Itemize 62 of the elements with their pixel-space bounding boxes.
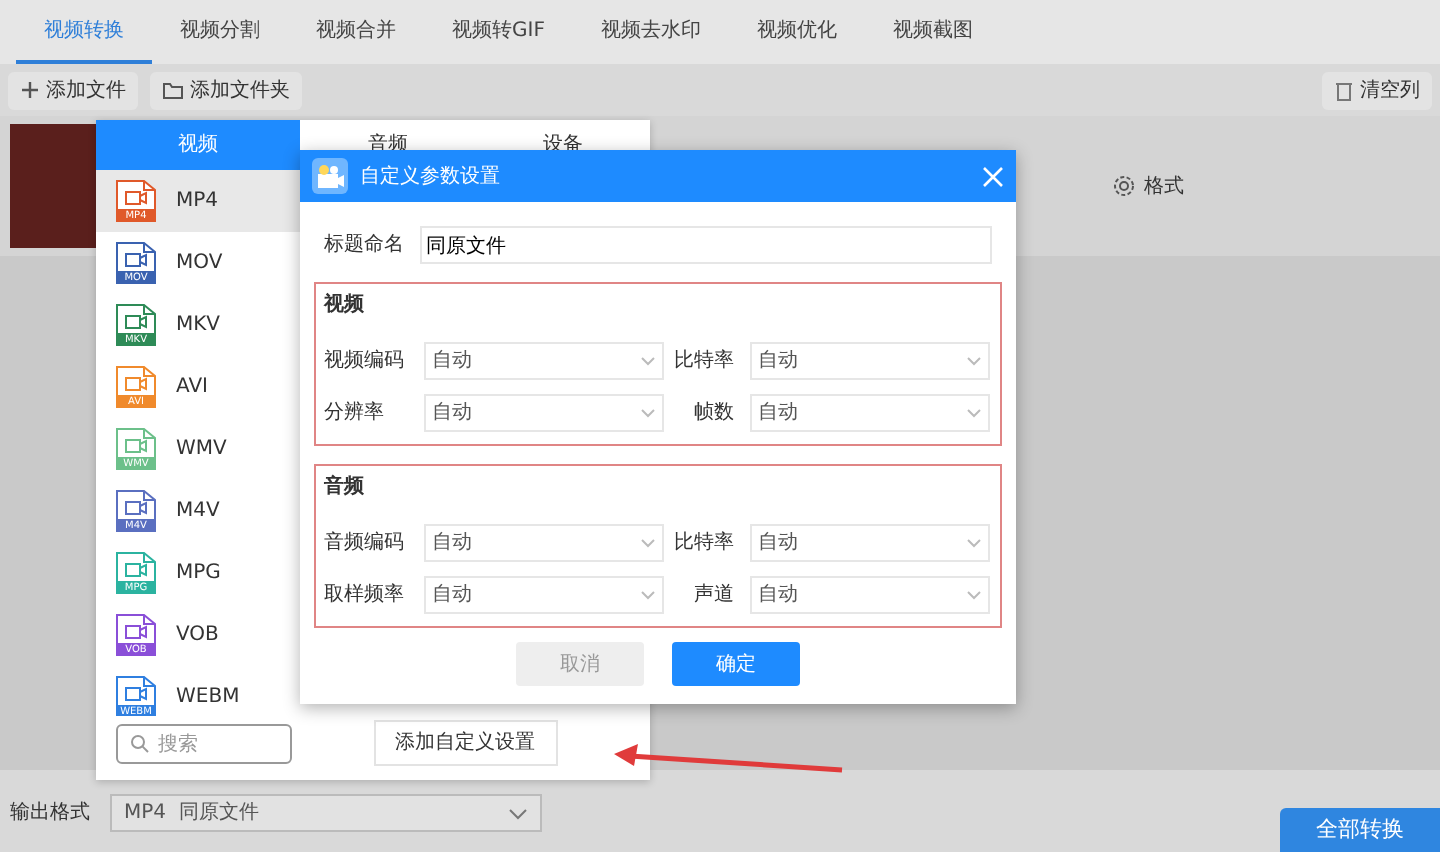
field-label: 音频编码 [324,529,406,558]
field-label: 分辨率 [324,399,386,428]
format-label: MPG [176,560,221,588]
format-label: AVI [176,374,208,402]
caret-icon [640,408,656,418]
dropdown[interactable]: 自动 [750,524,990,562]
dropdown[interactable]: 自动 [424,524,664,562]
format-label: VOB [176,622,219,650]
dialog-title: 自定义参数设置 [360,163,500,191]
caret-icon [640,590,656,600]
format-label: M4V [176,498,220,526]
format-label: WMV [176,436,227,464]
dropdown[interactable]: 自动 [750,394,990,432]
dropdown[interactable]: 自动 [750,576,990,614]
tab[interactable]: 视频截图 [864,0,1001,64]
field-label: 比特率 [672,347,736,376]
settings-icon [1112,174,1136,198]
caret-icon [966,538,982,548]
caret-icon [966,356,982,366]
tab[interactable]: 视频转GIF [424,0,573,64]
close-icon [982,165,1004,187]
caret-icon [966,408,982,418]
trash-icon [1334,79,1354,101]
field-label: 取样频率 [324,581,406,610]
format-button[interactable]: 格式 [1112,171,1184,201]
format-label: MKV [176,312,221,340]
convert-all-button[interactable]: 全部转换 [1280,808,1440,852]
output-format-select[interactable]: MP4 同原文件 [110,794,542,832]
camera-icon [312,158,348,194]
field-label: 帧数 [692,399,736,428]
format-label: MOV [176,250,223,278]
tab[interactable]: 视频去水印 [572,0,729,64]
clear-list-button[interactable]: 清空列 [1322,71,1432,109]
add-folder-button[interactable]: 添加文件夹 [150,71,302,109]
tab[interactable]: 视频合并 [288,0,424,64]
tab[interactable]: 视频分割 [152,0,288,64]
caret-icon [966,590,982,600]
format-label: MP4 [176,188,219,216]
folder-icon [162,80,184,100]
format-label: WEBM [176,684,240,712]
field-label: 标题命名 [324,231,404,260]
dropdown[interactable]: 自动 [424,394,664,432]
output-format-label: 输出格式 [10,799,90,828]
section-title: 音频 [324,472,366,502]
add-file-button[interactable]: 添加文件 [8,71,138,109]
add-custom-button[interactable]: 添加自定义设置 [373,720,557,766]
dropdown[interactable]: 自动 [424,576,664,614]
dropdown[interactable]: 自动 [750,342,990,380]
caret-icon [640,356,656,366]
tab[interactable]: 视频优化 [728,0,865,64]
caret-icon [508,807,528,819]
field-label: 比特率 [672,529,736,558]
plus-icon [20,80,40,100]
section-title: 视频 [324,291,366,320]
caret-icon [640,538,656,548]
title-input[interactable]: 同原文件 [420,226,992,264]
dropdown[interactable]: 自动 [424,342,664,380]
field-label: 声道 [692,581,736,610]
field-label: 视频编码 [324,347,406,376]
search-icon [130,734,150,754]
photo-placeholder [10,124,100,248]
close-button[interactable] [982,165,1004,187]
